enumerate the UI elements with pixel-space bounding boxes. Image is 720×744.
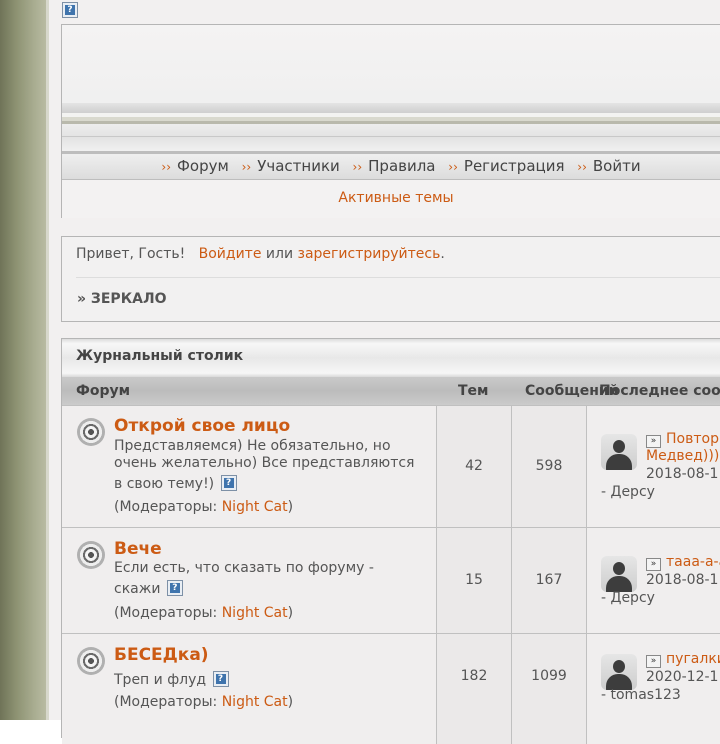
forum-description: Представляемся) Не обязательно, но очень… (114, 438, 415, 492)
forum-status-icon (77, 418, 105, 446)
posts-count: 598 (512, 406, 587, 528)
header-band (62, 124, 720, 136)
forum-category: Журнальный столик Форум Тем Сообщений По… (61, 338, 720, 744)
double-chevron-icon: ›› (448, 160, 458, 174)
topics-count: 42 (437, 406, 512, 528)
or-text: или (265, 246, 294, 262)
nav-item-rules[interactable]: ›› Правила (353, 154, 436, 180)
last-post-cell: » Повтор Медвед))) 2018-08-1 - Дерсу (587, 406, 720, 528)
forum-row: Вече Если есть, что сказать по форуму - … (62, 527, 720, 634)
help-icon[interactable]: ? (212, 671, 229, 687)
last-post-link[interactable]: Повтор (666, 431, 719, 447)
forum-title[interactable]: Открой свое лицо (114, 416, 290, 436)
double-chevron-icon: ›› (577, 160, 587, 174)
forum-row: БЕСЕДка) Треп и флуд ? (Модераторы: Nigh… (62, 633, 720, 744)
default-avatar-icon (601, 434, 637, 470)
forum-info-cell: Открой свое лицо Представляемся) Не обяз… (62, 406, 437, 528)
topics-count: 15 (437, 528, 512, 634)
last-post-cell: » пугалки 2020-12-1 - tomas123 (587, 634, 720, 744)
column-last-post: Последнее соо (599, 383, 720, 399)
last-post-date: 2020-12-1 (646, 669, 719, 685)
forum-title[interactable]: БЕСЕДка) (114, 645, 209, 665)
last-post-link[interactable]: тааа-а-а (666, 554, 720, 570)
double-chevron-icon: ›› (241, 160, 252, 174)
forum-description: Если есть, что сказать по форуму - скажи… (114, 560, 374, 597)
forum-status-icon (77, 541, 105, 569)
last-post-cell: » тааа-а-а 2018-08-1 - Дерсу (587, 528, 720, 634)
posts-count: 167 (512, 528, 587, 634)
category-title[interactable]: Журнальный столик (76, 348, 243, 364)
active-topics-link[interactable]: Активные темы (62, 180, 720, 218)
moderator-link[interactable]: Night Cat (222, 499, 288, 515)
column-forum: Форум (76, 383, 131, 399)
default-avatar-icon (601, 556, 637, 592)
main-navigation: ›› Форум ›› Участники ›› Правила ›› Регистра… (62, 154, 720, 180)
last-post-author[interactable]: - Дерсу (601, 484, 655, 500)
last-post-arrow-icon[interactable]: » (646, 655, 661, 668)
last-post-date: 2018-08-1 (646, 466, 719, 482)
help-icon[interactable]: ? (220, 475, 237, 491)
forum-info-cell: Вече Если есть, что сказать по форуму - … (62, 528, 437, 634)
default-avatar-icon (601, 654, 637, 690)
header-band (62, 103, 720, 113)
last-post-date: 2018-08-1 (646, 572, 719, 588)
period-text: . (440, 246, 445, 262)
posts-count: 1099 (512, 634, 587, 744)
topics-count: 182 (437, 634, 512, 744)
nav-item-register[interactable]: ›› Регистрация (448, 154, 564, 180)
mirror-link[interactable]: » ЗЕРКАЛО (77, 291, 167, 307)
column-topics: Тем (458, 383, 489, 399)
last-post-link[interactable]: пугалки (666, 651, 720, 667)
help-icon[interactable]: ? (166, 580, 183, 596)
login-link[interactable]: Войдите (199, 246, 262, 262)
header-band (62, 137, 720, 151)
table-header: Форум Тем Сообщений Последнее соо (62, 377, 720, 405)
last-post-author[interactable]: - Дерсу (601, 590, 655, 606)
last-post-arrow-icon[interactable]: » (646, 558, 661, 571)
register-link[interactable]: зарегистрируйтесь (298, 246, 441, 262)
welcome-panel: Привет, Гость! Войдите или зарегистрируй… (61, 236, 720, 322)
double-chevron-icon: ›› (161, 160, 171, 174)
last-post-author[interactable]: - tomas123 (601, 687, 681, 703)
header: ›› Форум ›› Участники ›› Правила ›› Регистра… (61, 24, 720, 218)
nav-item-members[interactable]: ›› Участники (242, 154, 340, 180)
category-header: Журнальный столик (62, 339, 720, 377)
moderator-link[interactable]: Night Cat (222, 694, 288, 710)
forum-description: Треп и флуд ? (114, 668, 424, 689)
last-post-arrow-icon[interactable]: » (646, 435, 661, 448)
forum-row: Открой свое лицо Представляемся) Не обяз… (62, 405, 720, 528)
nav-item-forum[interactable]: ›› Форум (161, 154, 228, 180)
nav-item-login[interactable]: ›› Войти (577, 154, 640, 180)
forum-info-cell: БЕСЕДка) Треп и флуд ? (Модераторы: Nigh… (62, 634, 437, 744)
welcome-message: Привет, Гость! Войдите или зарегистрируй… (76, 246, 445, 262)
divider (76, 277, 720, 278)
decorative-side-strip (0, 0, 46, 720)
last-post-link-continued[interactable]: Медвед))) (646, 448, 719, 464)
moderator-link[interactable]: Night Cat (222, 605, 288, 621)
forum-moderators: (Модераторы: Night Cat) (114, 605, 294, 621)
forum-title[interactable]: Вече (114, 539, 162, 559)
help-icon[interactable]: ? (62, 2, 78, 18)
forum-moderators: (Модераторы: Night Cat) (114, 694, 294, 710)
forum-status-icon (77, 647, 105, 675)
forum-moderators: (Модераторы: Night Cat) (114, 499, 294, 515)
double-chevron-icon: ›› (352, 160, 363, 174)
greeting-text: Привет, Гость! (76, 246, 186, 262)
